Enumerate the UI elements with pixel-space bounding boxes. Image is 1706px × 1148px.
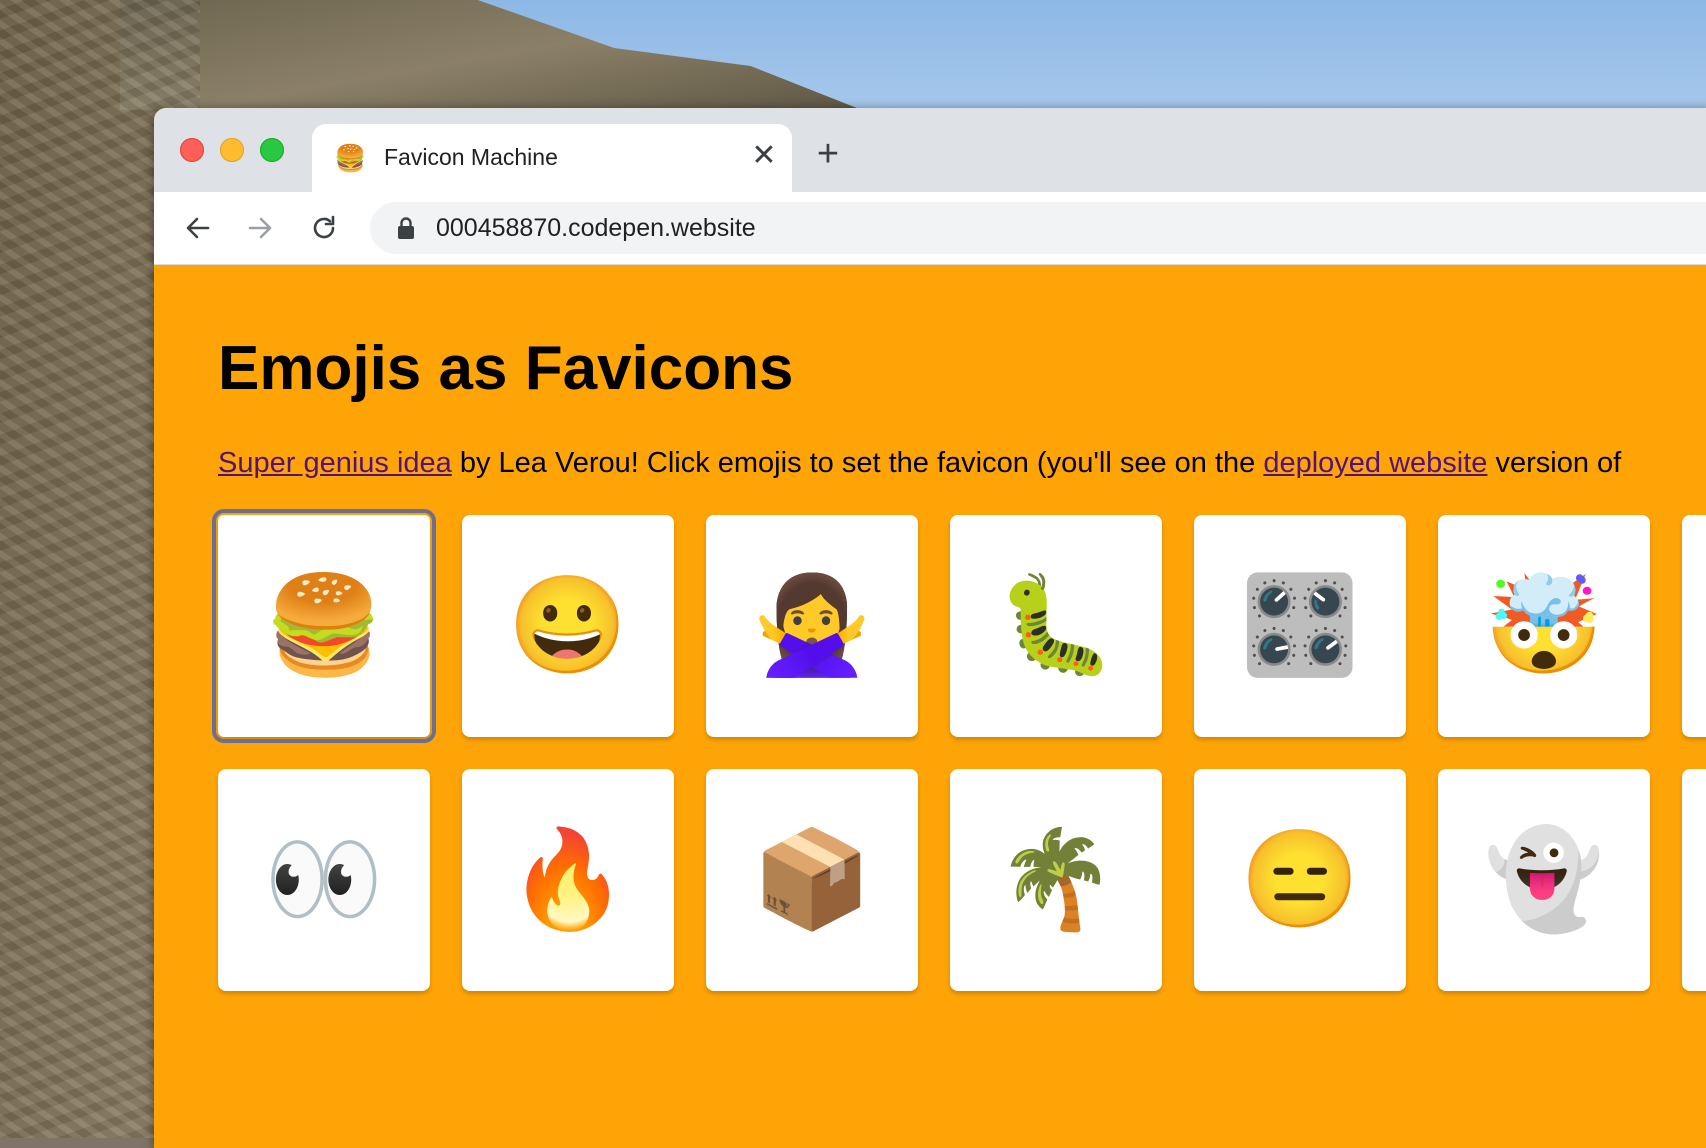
emoji-grid: 🍔 😀 🙅‍♀️ 🐛 🎛️ 🤯 👀 🔥 📦 🌴 😑 👻 [212,509,1706,991]
close-window-button[interactable] [180,138,204,162]
emoji-tile-exploding-head[interactable]: 🤯 [1438,515,1650,737]
intro-text-part2: version of [1487,447,1622,479]
emoji-tile-expressionless-face[interactable]: 😑 [1194,769,1406,991]
back-button[interactable] [178,208,218,248]
deployed-website-link[interactable]: deployed website [1263,447,1487,479]
tab-title: Favicon Machine [384,144,558,170]
url-text: 000458870.codepen.website [436,214,756,242]
emoji-tile-no-gesture[interactable]: 🙅‍♀️ [706,515,918,737]
emoji-tile-grinning-face[interactable]: 😀 [462,515,674,737]
page-content: Emojis as Favicons Super genius idea by … [154,265,1706,1148]
emoji-tile-partial[interactable] [1682,515,1706,737]
new-tab-button[interactable]: + [808,134,848,174]
emoji-tile-control-knobs[interactable]: 🎛️ [1194,515,1406,737]
reload-button[interactable] [304,208,344,248]
reload-icon [313,215,335,239]
super-genius-idea-link[interactable]: Super genius idea [218,447,452,479]
forward-button[interactable] [240,208,280,248]
emoji-tile-caterpillar[interactable]: 🐛 [950,515,1162,737]
address-bar[interactable]: 000458870.codepen.website [370,202,1706,254]
emoji-tile-palm-tree[interactable]: 🌴 [950,769,1162,991]
emoji-tile-burger[interactable]: 🍔 [212,509,436,743]
tab-strip: 🍔 Favicon Machine ✕ + [154,108,1706,192]
intro-text-part1: by Lea Verou! Click emojis to set the fa… [451,447,1264,479]
lock-icon [398,217,414,239]
minimize-window-button[interactable] [220,138,244,162]
tab-favicon-icon: 🍔 [334,143,367,173]
arrow-right-icon [248,217,272,239]
intro-text: Super genius idea by Lea Verou! Click em… [218,447,1621,480]
maximize-window-button[interactable] [260,138,284,162]
tab-close-icon[interactable]: ✕ [746,138,782,174]
browser-window: 🍔 Favicon Machine ✕ + 000458870.codepen.… [154,108,1706,1148]
page-title: Emojis as Favicons [218,334,794,403]
emoji-tile-eyes[interactable]: 👀 [218,769,430,991]
emoji-tile-package[interactable]: 📦 [706,769,918,991]
arrow-left-icon [186,217,210,239]
browser-toolbar: 000458870.codepen.website [154,192,1706,265]
emoji-tile-fire[interactable]: 🔥 [462,769,674,991]
emoji-tile-ghost[interactable]: 👻 [1438,769,1650,991]
emoji-tile-partial[interactable] [1682,769,1706,991]
tab-favicon-machine[interactable]: 🍔 Favicon Machine ✕ [312,124,792,192]
